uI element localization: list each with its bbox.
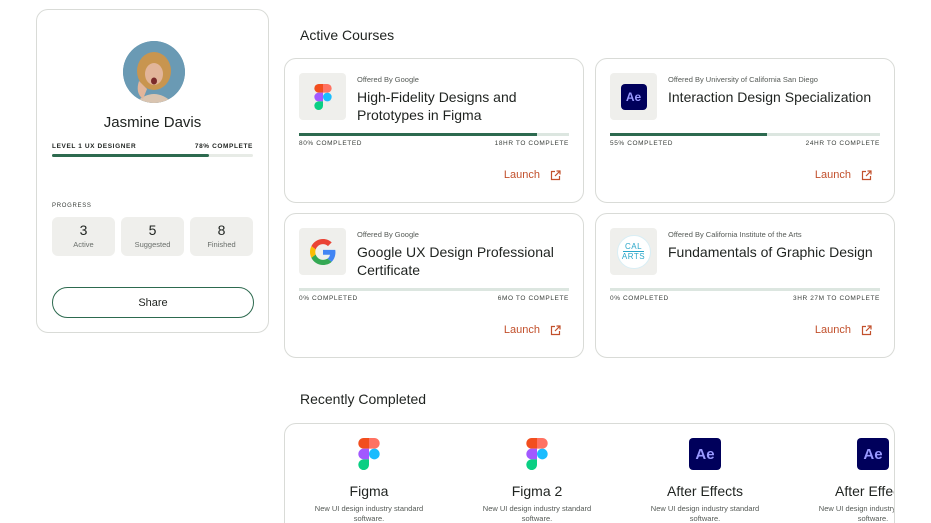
- launch-button[interactable]: Launch: [815, 169, 872, 181]
- stat-value: 5: [148, 222, 157, 238]
- course-meta: 0% COMPLETED 6MO TO COMPLETE: [299, 295, 569, 302]
- course-title[interactable]: Fundamentals of Graphic Design: [668, 243, 878, 261]
- course-meta: 80% COMPLETED 18HR TO COMPLETE: [299, 140, 569, 147]
- course-provider: Offered By University of California San …: [668, 75, 818, 84]
- course-provider: Offered By Google: [357, 75, 419, 84]
- course-provider: Offered By Google: [357, 230, 419, 239]
- course-card: CAL ARTS Offered By California Institute…: [595, 213, 895, 358]
- external-link-icon: [861, 169, 872, 180]
- level-row: LEVEL 1 UX DESIGNER 78% COMPLETE: [52, 143, 253, 150]
- figma-logo-icon: [353, 438, 385, 470]
- launch-label: Launch: [503, 169, 540, 181]
- recently-completed-title: Recently Completed: [300, 391, 427, 407]
- course-remaining: 3HR 27M TO COMPLETE: [792, 295, 880, 302]
- recently-completed-carousel: Figma New UI design industry standard so…: [284, 423, 895, 523]
- external-link-icon: [550, 169, 561, 180]
- course-progress-fill: [299, 133, 537, 136]
- launch-button[interactable]: Launch: [504, 324, 561, 336]
- completed-item-desc: New UI design industry standard software…: [650, 504, 760, 523]
- active-courses-title: Active Courses: [300, 27, 395, 43]
- launch-button[interactable]: Launch: [504, 169, 561, 181]
- course-remaining: 18HR TO COMPLETE: [494, 140, 569, 147]
- share-button[interactable]: Share: [52, 287, 254, 318]
- course-card: Offered By Google High-Fidelity Designs …: [284, 58, 584, 203]
- launch-label: Launch: [503, 324, 540, 336]
- completed-item-name: Figma: [349, 483, 389, 499]
- stat-label: Active: [73, 240, 94, 249]
- external-link-icon: [861, 324, 872, 335]
- stat-value: 3: [79, 222, 88, 238]
- completed-item-desc: New UI design industry standard software…: [482, 504, 592, 523]
- after-effects-logo-icon: Ae: [610, 73, 657, 120]
- external-link-icon: [550, 324, 561, 335]
- completed-item-desc: New UI design industry standard software…: [314, 504, 424, 523]
- after-effects-logo-icon: Ae: [689, 438, 721, 470]
- stat-label: Suggested: [134, 240, 171, 249]
- progress-label: PROGRESS: [52, 203, 92, 209]
- figma-logo-icon: [299, 73, 346, 120]
- course-completed: 0% COMPLETED: [610, 295, 669, 302]
- course-completed: 55% COMPLETED: [610, 140, 674, 147]
- calarts-top: CAL: [622, 242, 645, 252]
- launch-button[interactable]: Launch: [815, 324, 872, 336]
- course-remaining: 24HR TO COMPLETE: [805, 140, 880, 147]
- course-progress-bar: [299, 288, 569, 291]
- launch-label: Launch: [814, 324, 851, 336]
- course-card: Offered By Google Google UX Design Profe…: [284, 213, 584, 358]
- avatar: [123, 41, 185, 103]
- calarts-bottom: ARTS: [621, 252, 646, 261]
- profile-card: Jasmine Davis LEVEL 1 UX DESIGNER 78% CO…: [36, 9, 269, 333]
- google-logo-icon: [299, 228, 346, 275]
- course-title[interactable]: Google UX Design Professional Certificat…: [357, 243, 567, 279]
- stat-finished: 8 Finished: [190, 217, 253, 256]
- course-progress-bar: [299, 133, 569, 136]
- course-title[interactable]: High-Fidelity Designs and Prototypes in …: [357, 88, 567, 124]
- completed-item-name: After Effects: [667, 483, 743, 499]
- course-completed: 0% COMPLETED: [299, 295, 358, 302]
- ae-mark: Ae: [620, 83, 647, 110]
- calarts-logo-icon: CAL ARTS: [610, 228, 657, 275]
- course-card: Ae Offered By University of California S…: [595, 58, 895, 203]
- level-progress-fill: [52, 154, 209, 157]
- course-provider: Offered By California Institute of the A…: [668, 230, 802, 239]
- ae-mark: Ae: [857, 438, 889, 470]
- course-meta: 0% COMPLETED 3HR 27M TO COMPLETE: [610, 295, 880, 302]
- level-complete: 78% COMPLETE: [194, 143, 253, 150]
- after-effects-logo-icon: Ae: [857, 438, 889, 470]
- stat-label: Finished: [207, 240, 236, 249]
- calarts-badge: CAL ARTS: [616, 234, 651, 269]
- completed-item-desc: New UI design industry standard software…: [818, 504, 895, 523]
- completed-item-name: After Effects: [835, 483, 894, 499]
- course-progress-fill: [610, 133, 767, 136]
- course-remaining: 6MO TO COMPLETE: [497, 295, 569, 302]
- level-progress-bar: [52, 154, 253, 157]
- completed-item-name: Figma 2: [511, 483, 563, 499]
- profile-name: Jasmine Davis: [103, 114, 202, 131]
- course-progress-bar: [610, 288, 880, 291]
- course-title[interactable]: Interaction Design Specialization: [668, 88, 878, 106]
- stat-value: 8: [217, 222, 226, 238]
- ae-mark: Ae: [689, 438, 721, 470]
- stat-active: 3 Active: [52, 217, 115, 256]
- stat-suggested: 5 Suggested: [121, 217, 184, 256]
- course-completed: 80% COMPLETED: [299, 140, 363, 147]
- course-meta: 55% COMPLETED 24HR TO COMPLETE: [610, 140, 880, 147]
- launch-label: Launch: [814, 169, 851, 181]
- stats-row: 3 Active 5 Suggested 8 Finished: [52, 217, 253, 256]
- course-progress-bar: [610, 133, 880, 136]
- level-label: LEVEL 1 UX DESIGNER: [52, 143, 137, 150]
- figma-logo-icon: [521, 438, 553, 470]
